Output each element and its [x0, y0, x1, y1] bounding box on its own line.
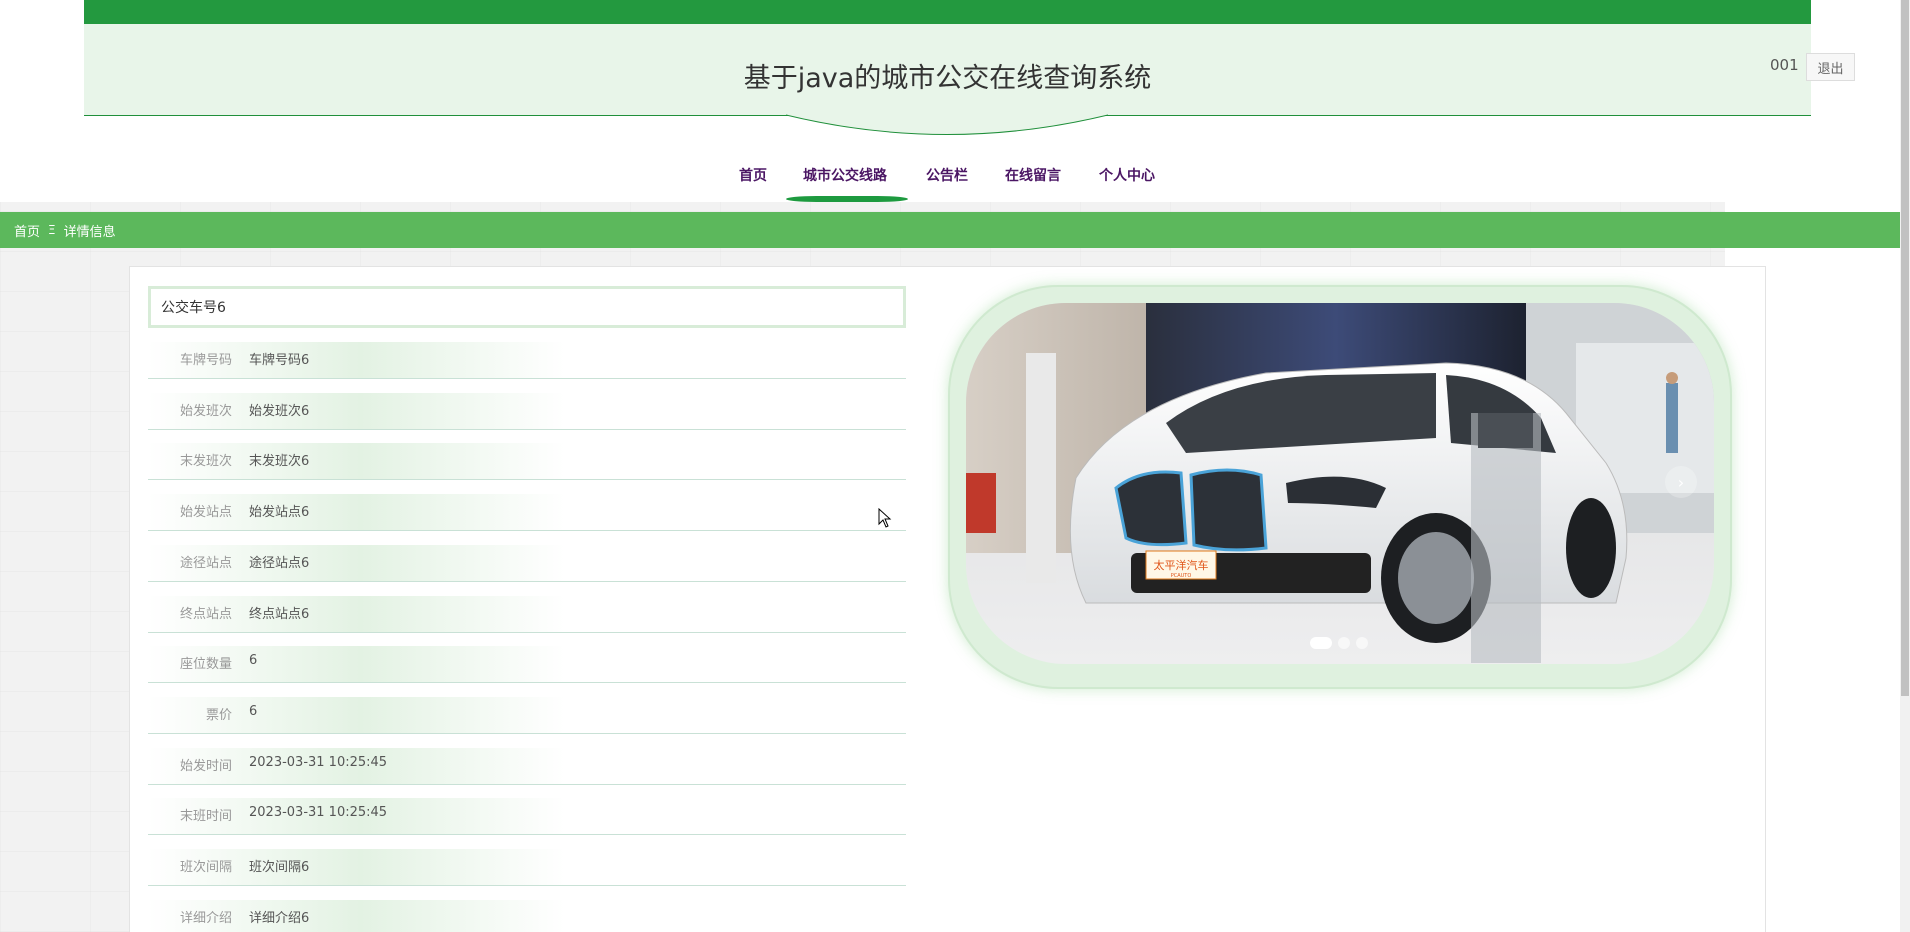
field-value: 详细介绍6 [249, 910, 310, 926]
field-value: 班次间隔6 [249, 860, 310, 875]
detail-row: 始发班次 始发班次6 [148, 379, 906, 430]
detail-title: 公交车号6 [148, 286, 906, 328]
field-value: 2023-03-31 10:25:45 [249, 754, 388, 770]
carousel-dot-2[interactable] [1338, 637, 1350, 649]
site-title: 基于java的城市公交在线查询系统 [743, 63, 1152, 94]
nav-item-personal-center[interactable]: 个人中心 [1099, 165, 1155, 185]
breadcrumb: 首页 Ξ 详情信息 [0, 212, 1900, 248]
field-value: 6 [249, 653, 258, 669]
detail-row: 末班时间 2023-03-31 10:25:45 [148, 784, 906, 836]
carousel-indicators [1310, 637, 1368, 649]
carousel-next-button[interactable]: › [1665, 466, 1697, 498]
carousel-image: 太平洋汽车 PCAUTO [966, 303, 1714, 664]
detail-row: 座位数量 6 [148, 632, 906, 684]
detail-row: 始发站点 始发站点6 [148, 480, 906, 532]
field-value: 车牌号码6 [249, 353, 310, 368]
breadcrumb-current: 详情信息 [63, 224, 116, 240]
field-value: 始发站点6 [249, 505, 310, 521]
vertical-scrollbar[interactable] [1900, 0, 1910, 932]
detail-row: 末发班次 末发班次6 [148, 429, 906, 481]
nav-item-home[interactable]: 首页 [739, 165, 767, 185]
detail-row: 详细介绍 详细介绍6 [148, 886, 906, 932]
logout-button[interactable]: 退出 [1806, 53, 1855, 81]
field-label: 座位数量 [179, 657, 232, 673]
row-background [148, 646, 906, 683]
site-header: 基于java的城市公交在线查询系统 [84, 24, 1811, 116]
detail-row: 途径站点 途径站点6 [148, 531, 906, 582]
nav-item-messages[interactable]: 在线留言 [1005, 165, 1061, 185]
mouse-cursor-icon [878, 508, 892, 528]
scrollbar-thumb[interactable] [1901, 0, 1909, 696]
breadcrumb-home-link[interactable]: 首页 [14, 221, 40, 240]
field-label: 班次间隔 [179, 860, 232, 875]
field-value: 终点站点6 [249, 606, 310, 622]
field-label: 始发站点 [179, 505, 232, 521]
carousel-badge-text: 太平洋汽车 [1154, 558, 1209, 572]
field-label: 末发班次 [179, 454, 232, 470]
header-curve-decoration [786, 114, 1108, 135]
field-label: 终点站点 [179, 606, 232, 622]
detail-row: 车牌号码 车牌号码6 [148, 328, 906, 379]
row-background [148, 696, 906, 733]
field-label: 始发时间 [179, 758, 232, 774]
carousel-badge-subtext: PCAUTO [1171, 573, 1192, 579]
field-label: 详细介绍 [179, 910, 232, 926]
field-value: 6 [249, 703, 258, 719]
field-label: 始发班次 [179, 403, 232, 419]
field-label: 途径站点 [179, 555, 232, 571]
detail-row: 票价 6 [148, 683, 906, 734]
carousel-dot-3[interactable] [1356, 637, 1368, 649]
detail-row: 班次间隔 班次间隔6 [148, 835, 906, 886]
field-value: 始发班次6 [249, 403, 310, 419]
field-value: 2023-03-31 10:25:45 [249, 805, 388, 821]
top-strip [84, 0, 1811, 24]
nav-item-notice-board[interactable]: 公告栏 [926, 165, 968, 185]
nav-active-indicator [786, 196, 908, 202]
field-value: 途径站点6 [249, 555, 310, 571]
username: 001 [1770, 56, 1799, 74]
nav-item-bus-routes[interactable]: 城市公交线路 [803, 165, 887, 185]
detail-row: 始发时间 2023-03-31 10:25:45 [148, 734, 906, 785]
breadcrumb-separator: Ξ [48, 223, 56, 237]
field-label: 票价 [205, 707, 232, 723]
detail-row: 终点站点 终点站点6 [148, 582, 906, 633]
carousel-dot-1[interactable] [1310, 637, 1332, 649]
main-nav: 首页 城市公交线路 公告栏 在线留言 个人中心 [0, 160, 1910, 204]
field-label: 车牌号码 [179, 353, 232, 368]
field-label: 末班时间 [179, 809, 232, 825]
field-value: 末发班次6 [249, 454, 310, 470]
